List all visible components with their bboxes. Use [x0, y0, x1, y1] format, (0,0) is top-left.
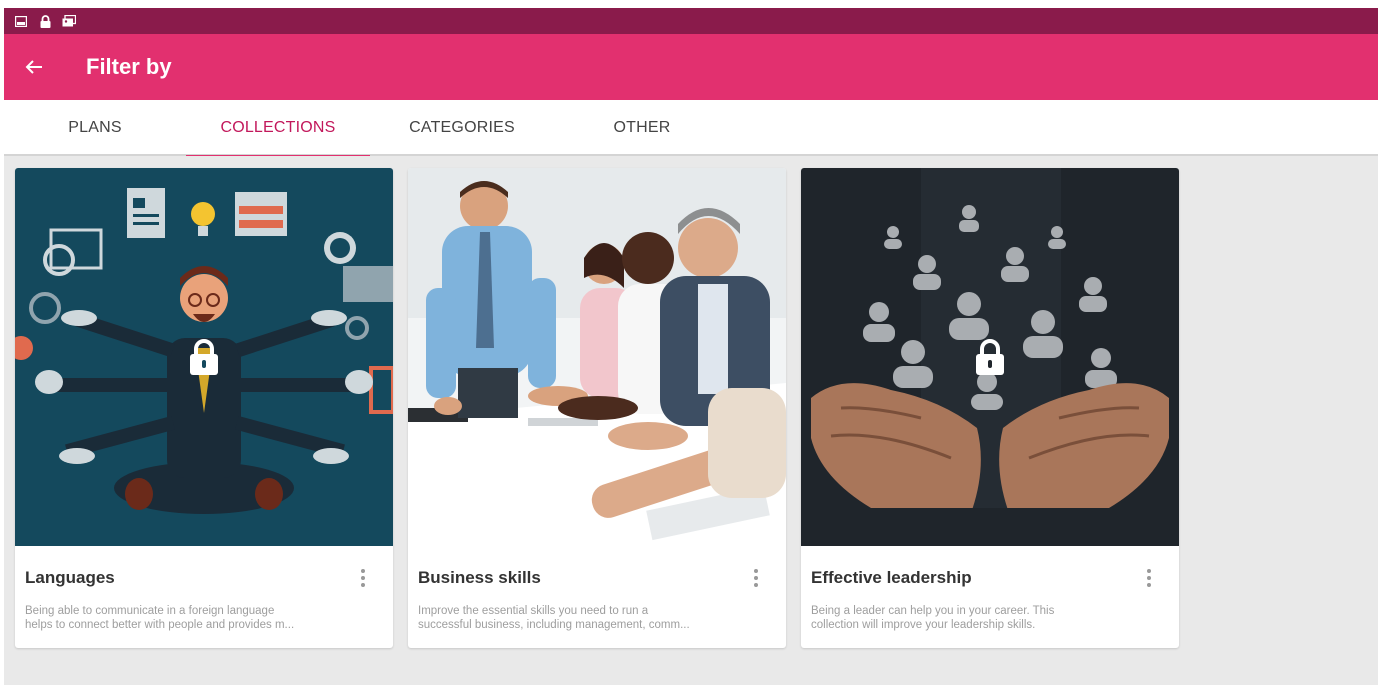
more-vert-icon[interactable] [748, 567, 764, 589]
status-bar [4, 8, 1378, 34]
card-description-line: Improve the essential skills you need to… [418, 605, 649, 617]
card-image [15, 168, 393, 546]
lock-icon [976, 339, 1004, 375]
lock-icon [38, 14, 52, 28]
card-description-line: successful business, including managemen… [418, 619, 690, 631]
collection-card-business-skills[interactable]: Business skills Improve the essential sk… [408, 168, 786, 648]
card-description: Being able to communicate in a foreign l… [25, 604, 375, 632]
page-title: Filter by [86, 54, 172, 79]
tab-other[interactable]: OTHER [554, 100, 730, 156]
back-button[interactable] [4, 34, 64, 100]
card-description: Being a leader can help you in your care… [811, 604, 1161, 632]
tab-bar: PLANS COLLECTIONS CATEGORIES OTHER [4, 100, 1378, 158]
photo-stack-icon [62, 14, 76, 28]
arrow-left-icon [25, 60, 42, 74]
card-image [408, 168, 786, 546]
collection-card-effective-leadership[interactable]: Effective leadership Being a leader can … [801, 168, 1179, 648]
collection-card-languages[interactable]: Languages Being able to communicate in a… [15, 168, 393, 648]
image-icon [14, 14, 28, 28]
tab-collections[interactable]: COLLECTIONS [186, 100, 370, 158]
card-description: Improve the essential skills you need to… [418, 604, 768, 632]
card-image [801, 168, 1179, 546]
card-title: Languages [25, 568, 115, 587]
card-description-line: Being a leader can help you in your care… [811, 605, 1055, 617]
more-vert-icon[interactable] [1141, 567, 1157, 589]
tab-plans[interactable]: PLANS [4, 100, 186, 156]
card-description-line: collection will improve your leadership … [811, 619, 1036, 631]
collection-grid: Languages Being able to communicate in a… [4, 156, 1378, 685]
more-vert-icon[interactable] [355, 567, 371, 589]
tab-categories[interactable]: CATEGORIES [370, 100, 554, 156]
card-title: Effective leadership [811, 568, 972, 587]
app-bar: Filter by [4, 34, 1378, 100]
card-title: Business skills [418, 568, 541, 587]
card-description-line: helps to connect better with people and … [25, 619, 295, 631]
lock-icon [190, 339, 218, 375]
card-description-line: Being able to communicate in a foreign l… [25, 605, 275, 617]
